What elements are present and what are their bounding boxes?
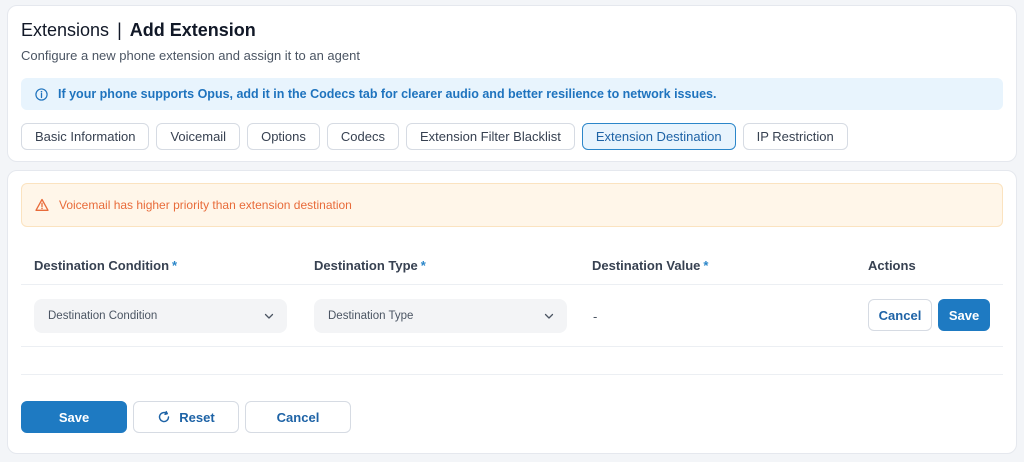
tab-extension-destination[interactable]: Extension Destination	[581, 123, 736, 150]
select-placeholder: Destination Type	[328, 310, 414, 322]
chevron-down-icon	[543, 310, 555, 322]
destination-table-header: Destination Condition * Destination Type *…	[21, 247, 1003, 285]
table-row: Destination Condition Destination Type -…	[21, 285, 1003, 347]
tab-extension-filter-blacklist[interactable]: Extension Filter Blacklist	[405, 123, 575, 150]
column-label: Destination Value	[592, 258, 701, 273]
required-mark: *	[703, 258, 709, 273]
tab-bar: Basic Information Voicemail Options Code…	[21, 123, 848, 150]
column-label: Destination Type	[314, 258, 418, 273]
save-button[interactable]: Save	[21, 401, 127, 433]
column-actions: Actions	[868, 258, 916, 273]
destination-type-select[interactable]: Destination Type	[314, 299, 567, 333]
tab-basic-information[interactable]: Basic Information	[21, 123, 150, 150]
extension-destination-card: Voicemail has higher priority than exten…	[7, 170, 1017, 454]
column-destination-condition: Destination Condition *	[34, 258, 177, 273]
chevron-down-icon	[263, 310, 275, 322]
info-banner-text: If your phone supports Opus, add it in t…	[58, 87, 717, 101]
row-save-button[interactable]: Save	[938, 299, 990, 331]
column-destination-type: Destination Type *	[314, 258, 426, 273]
breadcrumb-separator: |	[117, 20, 122, 40]
tab-ip-restriction[interactable]: IP Restriction	[742, 123, 848, 150]
warning-icon	[35, 198, 49, 212]
info-banner: If your phone supports Opus, add it in t…	[21, 78, 1003, 110]
tab-options[interactable]: Options	[247, 123, 320, 150]
destination-condition-select[interactable]: Destination Condition	[34, 299, 287, 333]
tab-voicemail[interactable]: Voicemail	[156, 123, 241, 150]
column-label: Destination Condition	[34, 258, 170, 273]
breadcrumb-extensions[interactable]: Extensions	[21, 20, 109, 41]
required-mark: *	[420, 258, 426, 273]
page-title: Extensions | Add Extension	[21, 20, 256, 41]
cancel-button[interactable]: Cancel	[245, 401, 351, 433]
reset-button[interactable]: Reset	[133, 401, 239, 433]
warning-banner-text: Voicemail has higher priority than exten…	[59, 198, 352, 212]
select-placeholder: Destination Condition	[48, 310, 158, 322]
breadcrumb-add-extension: Add Extension	[129, 20, 256, 40]
destination-value: -	[593, 309, 598, 324]
required-mark: *	[172, 258, 178, 273]
row-cancel-button[interactable]: Cancel	[868, 299, 932, 331]
tab-codecs[interactable]: Codecs	[326, 123, 399, 150]
warning-banner: Voicemail has higher priority than exten…	[21, 183, 1003, 227]
reset-label: Reset	[179, 409, 215, 425]
column-destination-value: Destination Value *	[592, 258, 708, 273]
footer-divider	[21, 374, 1003, 375]
extension-header-card: Extensions | Add Extension Configure a n…	[7, 5, 1017, 162]
info-icon	[35, 87, 48, 101]
page-description: Configure a new phone extension and assi…	[21, 48, 360, 63]
reset-icon	[157, 410, 171, 424]
